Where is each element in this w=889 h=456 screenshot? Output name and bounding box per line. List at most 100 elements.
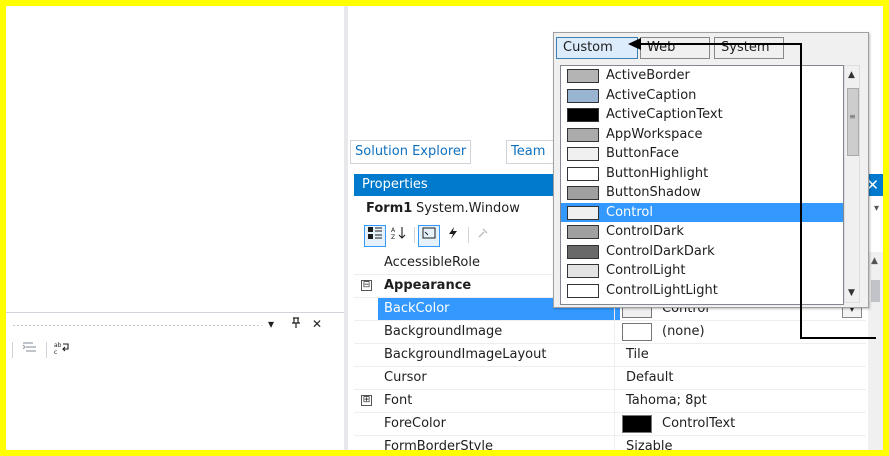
image-preview [622, 323, 652, 341]
property-name: FormBorderStyle [384, 439, 493, 450]
svg-text:A: A [391, 227, 396, 234]
color-label: ActiveBorder [606, 68, 690, 83]
toolbar-separator [46, 342, 47, 358]
color-label: ActiveCaptionText [606, 107, 723, 122]
property-value[interactable]: Default [620, 367, 866, 389]
color-list-scrollbar[interactable]: ▲ ≡ ▼ [844, 65, 860, 303]
properties-icon[interactable] [418, 225, 440, 247]
property-name: Font [384, 393, 413, 408]
tab-web[interactable]: Web [640, 37, 710, 59]
color-swatch [567, 127, 599, 142]
color-label: ButtonFace [606, 146, 679, 161]
color-label: ActiveCaption [606, 87, 697, 103]
color-label: ControlDark [606, 224, 684, 239]
categorized-icon[interactable] [364, 225, 386, 247]
toolbar-separator [414, 227, 415, 243]
expand-icon[interactable]: ⊞ [361, 395, 372, 406]
solution-tabs: Solution Explorer Team [350, 140, 566, 164]
color-label: AppWorkspace [606, 126, 703, 142]
color-list-item[interactable]: ActiveBorder [561, 66, 843, 86]
system-color-list: ActiveBorder ActiveCaption ActiveCaptionTe… [560, 65, 844, 305]
chevron-down-icon[interactable]: ▾ [874, 198, 879, 220]
color-picker-popup: Custom Web System ActiveBorder ActiveCapt… [553, 32, 869, 308]
alphabetical-icon[interactable]: AZ [388, 225, 410, 247]
property-row[interactable]: FormBorderStyle Sizable [354, 436, 866, 450]
bottom-panel-titlebar: ▾ ✕ [6, 312, 344, 337]
svg-text:ab: ab [54, 342, 62, 349]
property-row[interactable]: ⊞ Font Tahoma; 8pt [354, 390, 866, 413]
property-value[interactable]: Sizable [620, 436, 866, 450]
svg-text:Z: Z [391, 234, 395, 240]
word-wrap-icon[interactable]: ab c [54, 341, 70, 358]
window-position-dropdown-icon[interactable]: ▾ [268, 317, 274, 331]
designer-surface [6, 6, 344, 450]
svg-text:c: c [54, 349, 57, 355]
color-list-item[interactable]: ButtonShadow [561, 183, 843, 203]
color-label: ButtonShadow [606, 185, 701, 200]
properties-title: Properties [362, 177, 428, 192]
properties-scrollbar[interactable]: ▲ [868, 252, 883, 450]
color-swatch [567, 147, 599, 161]
property-value[interactable]: Tile [620, 344, 866, 366]
scroll-down-icon[interactable]: ▼ [848, 288, 855, 298]
color-swatch [567, 205, 599, 220]
tab-solution-explorer[interactable]: Solution Explorer [350, 140, 472, 164]
filter-list-icon[interactable] [22, 341, 38, 359]
color-label: ControlDarkDark [606, 243, 715, 259]
property-row[interactable]: Cursor Default [354, 367, 866, 390]
scroll-thumb[interactable] [871, 280, 880, 302]
color-label: ButtonHighlight [606, 165, 709, 181]
color-swatch [567, 108, 599, 122]
property-name: Cursor [384, 370, 427, 385]
color-list-item[interactable]: ControlDark [561, 222, 843, 242]
pin-icon[interactable] [290, 317, 302, 332]
color-label: ControlLightLight [606, 282, 718, 298]
color-swatch [567, 244, 599, 259]
toolbar-separator [468, 227, 469, 243]
color-list-item[interactable]: AppWorkspace [561, 125, 843, 145]
color-swatch [567, 283, 599, 298]
color-list-item[interactable]: ActiveCaption [561, 86, 843, 106]
property-row[interactable]: ForeColor ControlText [354, 413, 866, 436]
property-value[interactable]: Tahoma; 8pt [620, 390, 866, 412]
events-lightning-icon[interactable] [442, 225, 464, 247]
color-list-item[interactable]: ActiveCaptionText [561, 105, 843, 125]
color-list-item[interactable]: ButtonFace [561, 144, 843, 164]
color-swatch [567, 69, 599, 83]
property-pages-icon[interactable] [472, 225, 494, 247]
color-list-item[interactable]: Control [561, 202, 843, 222]
color-list-item[interactable]: ControlLight [561, 261, 843, 281]
toolbar-separator [12, 342, 13, 358]
scroll-thumb[interactable] [847, 88, 859, 156]
color-list-item[interactable]: ControlDarkDark [561, 242, 843, 262]
property-row[interactable]: BackgroundImageLayout Tile [354, 344, 866, 367]
color-list-item[interactable]: ControlLightLight [561, 281, 843, 301]
color-swatch [567, 225, 599, 239]
object-name: Form1 [366, 201, 413, 216]
color-swatch [622, 415, 652, 433]
scroll-up-icon[interactable]: ▲ [871, 256, 878, 266]
color-swatch [567, 264, 599, 278]
property-value[interactable]: ControlText [620, 413, 866, 435]
property-row[interactable]: BackgroundImage (none) [354, 321, 866, 344]
close-icon[interactable]: ✕ [312, 317, 322, 331]
color-swatch [567, 88, 599, 103]
color-swatch [567, 186, 599, 200]
color-label: Control [606, 204, 653, 220]
property-value[interactable]: (none) [620, 321, 866, 343]
tab-custom[interactable]: Custom [556, 37, 638, 59]
color-list-item[interactable]: ButtonHighlight [561, 164, 843, 184]
tab-system[interactable]: System [714, 37, 784, 59]
scroll-up-icon[interactable]: ▲ [848, 70, 855, 80]
property-name: ForeColor [384, 416, 446, 431]
bottom-panel-toolbar: ab c [6, 338, 344, 362]
color-label: ControlLight [606, 263, 686, 278]
property-name: BackgroundImage [384, 324, 503, 339]
collapse-icon[interactable]: ⊟ [361, 280, 372, 291]
ide-window: ▾ ✕ ab c Solution Explorer Team Propertie… [6, 6, 883, 450]
property-name: BackgroundImageLayout [384, 347, 547, 362]
object-type: System.Window [416, 201, 520, 216]
color-swatch [567, 166, 599, 181]
scroll-grip-icon: ≡ [849, 112, 856, 121]
titlebar-grip [12, 324, 262, 327]
